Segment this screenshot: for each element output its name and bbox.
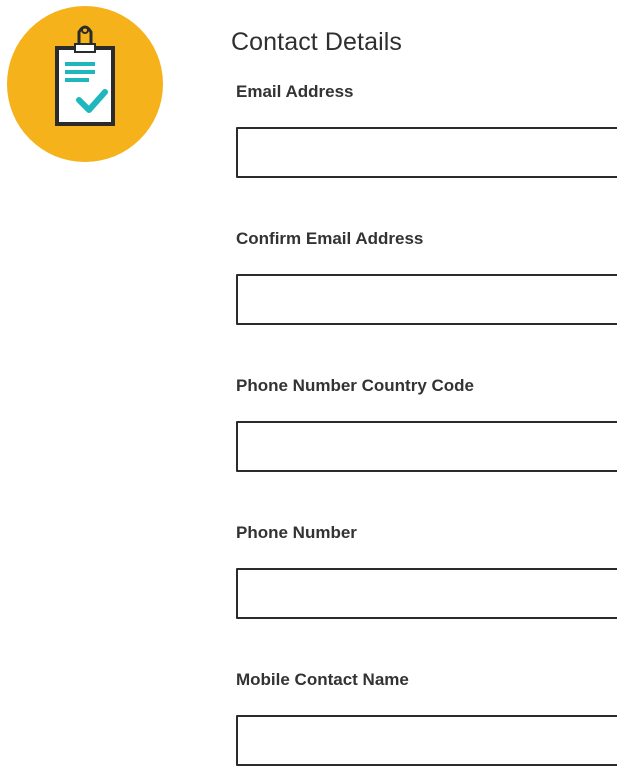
phone-number-label: Phone Number [236, 523, 357, 542]
page-title: Contact Details [231, 28, 403, 56]
mobile-contact-name-input[interactable] [236, 715, 617, 766]
phone-country-code-label: Phone Number Country Code [236, 376, 475, 395]
confirm-email-address-input[interactable] [236, 274, 617, 325]
confirm-email-address-label: Confirm Email Address [236, 229, 424, 248]
clipboard-checklist-icon [7, 6, 163, 162]
email-address-label: Email Address [236, 82, 354, 101]
phone-number-input[interactable] [236, 568, 617, 619]
email-address-input[interactable] [236, 127, 617, 178]
mobile-contact-name-label: Mobile Contact Name [236, 670, 409, 689]
phone-country-code-input[interactable] [236, 421, 617, 472]
